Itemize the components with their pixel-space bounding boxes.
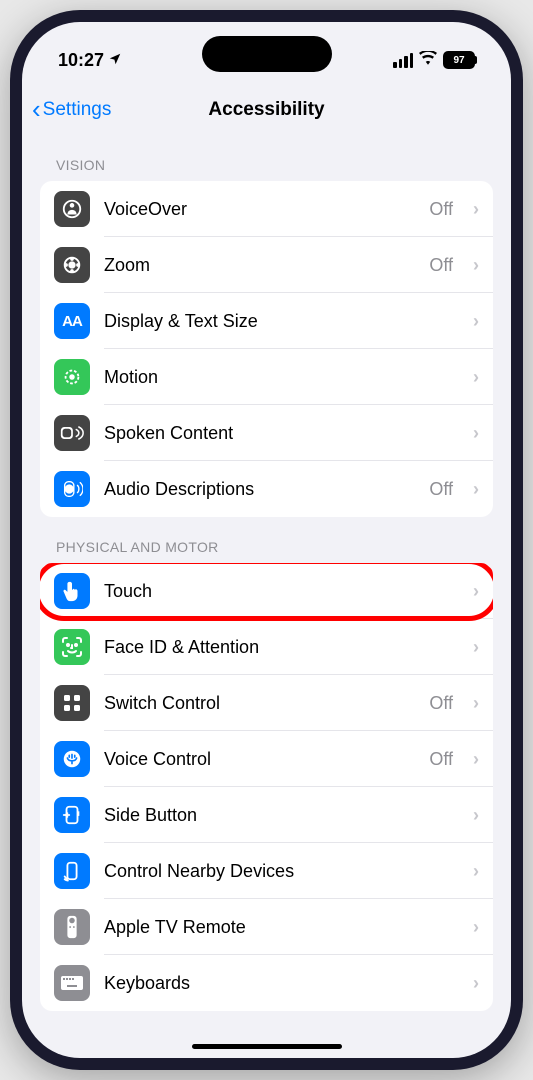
chevron-right-icon: › xyxy=(473,693,479,714)
back-button[interactable]: ‹ Settings xyxy=(32,94,111,125)
switch-control-icon xyxy=(54,685,90,721)
row-appletv-remote[interactable]: Apple TV Remote › xyxy=(40,899,493,955)
nav-header: ‹ Settings Accessibility xyxy=(22,80,511,135)
appletv-remote-icon xyxy=(54,909,90,945)
page-title: Accessibility xyxy=(208,99,324,121)
row-label: Switch Control xyxy=(104,693,415,714)
chevron-right-icon: › xyxy=(473,479,479,500)
row-status: Off xyxy=(429,255,453,276)
chevron-left-icon: ‹ xyxy=(32,94,41,125)
row-switch-control[interactable]: Switch Control Off › xyxy=(40,675,493,731)
row-display-text-size[interactable]: AA Display & Text Size › xyxy=(40,293,493,349)
voiceover-icon xyxy=(54,191,90,227)
chevron-right-icon: › xyxy=(473,805,479,826)
audio-descriptions-icon xyxy=(54,471,90,507)
row-status: Off xyxy=(429,479,453,500)
row-zoom[interactable]: Zoom Off › xyxy=(40,237,493,293)
row-spoken-content[interactable]: Spoken Content › xyxy=(40,405,493,461)
back-label: Settings xyxy=(43,99,112,121)
cell-signal-icon xyxy=(393,53,413,68)
row-label: Apple TV Remote xyxy=(104,917,453,938)
location-icon xyxy=(108,52,122,69)
chevron-right-icon: › xyxy=(473,423,479,444)
wifi-icon xyxy=(419,51,437,70)
row-label: Zoom xyxy=(104,255,415,276)
touch-icon xyxy=(54,573,90,609)
content-area[interactable]: VISION VoiceOver Off › Zoom Off › xyxy=(22,135,511,1041)
chevron-right-icon: › xyxy=(473,973,479,994)
chevron-right-icon: › xyxy=(473,199,479,220)
row-label: Touch xyxy=(104,581,453,602)
battery-icon: 97 xyxy=(443,51,475,69)
battery-level: 97 xyxy=(453,55,464,66)
row-label: Side Button xyxy=(104,805,453,826)
row-voiceover[interactable]: VoiceOver Off › xyxy=(40,181,493,237)
row-status: Off xyxy=(429,199,453,220)
row-control-nearby[interactable]: Control Nearby Devices › xyxy=(40,843,493,899)
text-size-icon: AA xyxy=(54,303,90,339)
home-indicator[interactable] xyxy=(192,1044,342,1049)
section-header-vision: VISION xyxy=(40,135,493,181)
chevron-right-icon: › xyxy=(473,637,479,658)
status-time: 10:27 xyxy=(58,50,104,71)
row-label: Voice Control xyxy=(104,749,415,770)
phone-frame: 10:27 97 ‹ Settings Accessibility xyxy=(10,10,523,1070)
row-side-button[interactable]: Side Button › xyxy=(40,787,493,843)
row-status: Off xyxy=(429,693,453,714)
keyboards-icon xyxy=(54,965,90,1001)
row-label: Motion xyxy=(104,367,453,388)
row-status: Off xyxy=(429,749,453,770)
motion-icon xyxy=(54,359,90,395)
chevron-right-icon: › xyxy=(473,311,479,332)
row-touch[interactable]: Touch › xyxy=(40,563,493,619)
row-keyboards[interactable]: Keyboards › xyxy=(40,955,493,1011)
group-physical: Touch › Face ID & Attention › Switch Con… xyxy=(40,563,493,1011)
chevron-right-icon: › xyxy=(473,917,479,938)
section-header-physical: PHYSICAL AND MOTOR xyxy=(40,517,493,563)
row-label: Face ID & Attention xyxy=(104,637,453,658)
chevron-right-icon: › xyxy=(473,581,479,602)
spoken-content-icon xyxy=(54,415,90,451)
dynamic-island xyxy=(202,36,332,72)
row-label: Keyboards xyxy=(104,973,453,994)
chevron-right-icon: › xyxy=(473,861,479,882)
row-motion[interactable]: Motion › xyxy=(40,349,493,405)
side-button-icon xyxy=(54,797,90,833)
chevron-right-icon: › xyxy=(473,749,479,770)
faceid-icon xyxy=(54,629,90,665)
row-voice-control[interactable]: Voice Control Off › xyxy=(40,731,493,787)
status-left: 10:27 xyxy=(58,50,122,71)
row-audio-descriptions[interactable]: Audio Descriptions Off › xyxy=(40,461,493,517)
row-label: Audio Descriptions xyxy=(104,479,415,500)
row-faceid[interactable]: Face ID & Attention › xyxy=(40,619,493,675)
nearby-devices-icon xyxy=(54,853,90,889)
chevron-right-icon: › xyxy=(473,255,479,276)
row-label: VoiceOver xyxy=(104,199,415,220)
row-label: Display & Text Size xyxy=(104,311,453,332)
zoom-icon xyxy=(54,247,90,283)
group-vision: VoiceOver Off › Zoom Off › AA Display & … xyxy=(40,181,493,517)
voice-control-icon xyxy=(54,741,90,777)
screen: 10:27 97 ‹ Settings Accessibility xyxy=(22,22,511,1058)
row-label: Spoken Content xyxy=(104,423,453,444)
status-right: 97 xyxy=(393,51,475,70)
row-label: Control Nearby Devices xyxy=(104,861,453,882)
chevron-right-icon: › xyxy=(473,367,479,388)
